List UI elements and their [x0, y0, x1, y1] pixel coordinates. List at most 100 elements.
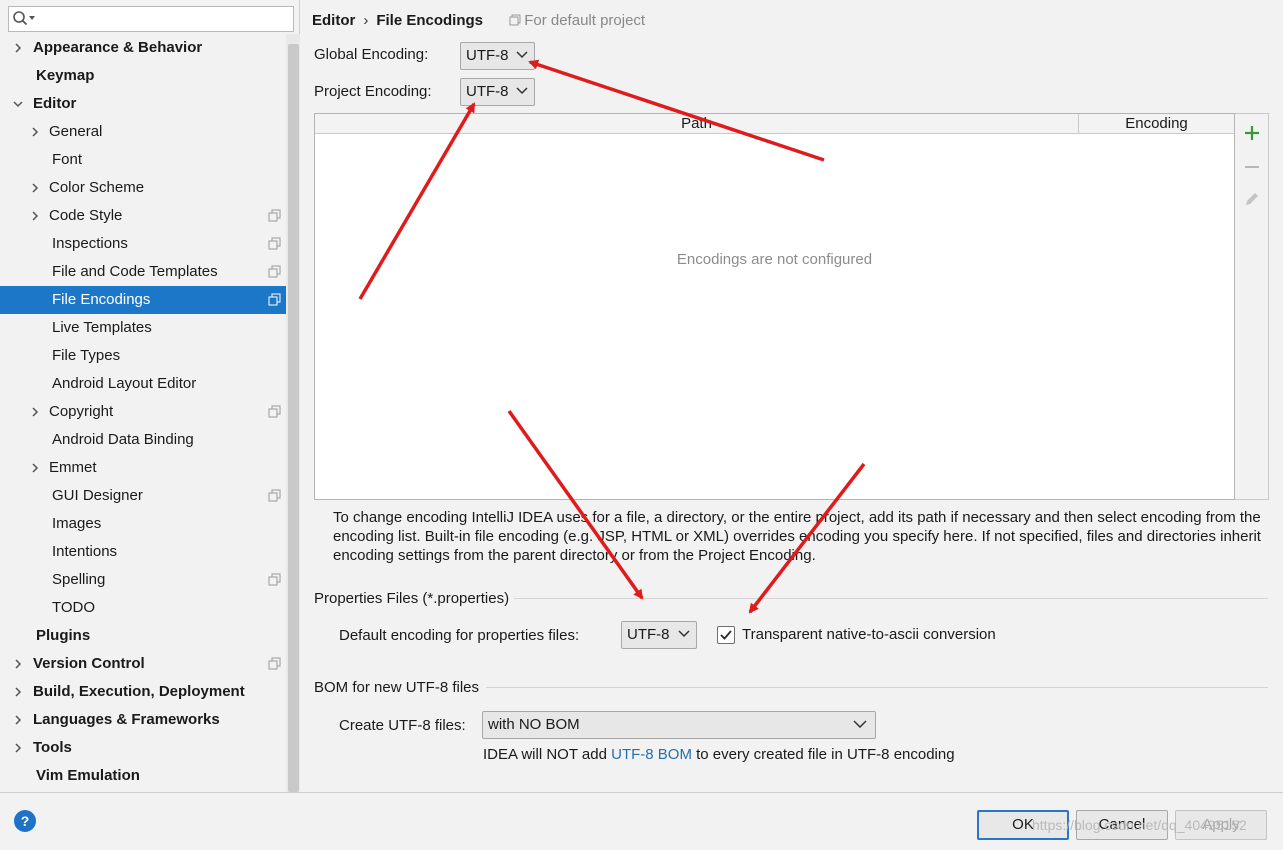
sidebar-item-general[interactable]: General [0, 118, 286, 146]
edit-pencil-icon[interactable] [1243, 190, 1261, 208]
sidebar-item-label: Font [52, 151, 83, 168]
sidebar-item-file-types[interactable]: File Types [0, 342, 286, 370]
sidebar-item-keymap[interactable]: Keymap [0, 62, 286, 90]
sidebar-item-color-scheme[interactable]: Color Scheme [0, 174, 286, 202]
sidebar-item-android-data-binding[interactable]: Android Data Binding [0, 426, 286, 454]
project-level-icon [268, 209, 281, 222]
transparent-conversion-checkbox[interactable] [717, 626, 735, 644]
search-icon [13, 11, 35, 26]
chevron-down-icon [516, 51, 528, 59]
settings-sidebar: Appearance & Behavior Keymap Editor General… [0, 0, 300, 792]
chevron-right-icon[interactable] [13, 687, 23, 697]
utf8-bom-link[interactable]: UTF-8 BOM [611, 746, 692, 763]
bom-note-prefix: IDEA will NOT add [483, 746, 612, 763]
breadcrumb: Editor › File Encodings For default projec… [312, 10, 645, 32]
sidebar-item-label: Color Scheme [49, 179, 145, 196]
properties-group-divider [514, 598, 1268, 599]
chevron-right-icon[interactable] [30, 211, 40, 221]
bom-note: IDEA will NOT add UTF-8 BOM to every cre… [483, 746, 955, 763]
sidebar-item-font[interactable]: Font [0, 146, 286, 174]
sidebar-item-label: Images [52, 515, 102, 532]
sidebar-item-emmet[interactable]: Emmet [0, 454, 286, 482]
project-level-icon [268, 573, 281, 586]
sidebar-item-images[interactable]: Images [0, 510, 286, 538]
sidebar-item-plugins[interactable]: Plugins [0, 622, 286, 650]
sidebar-item-file-and-code-templates[interactable]: File and Code Templates [0, 258, 286, 286]
encoding-help-text: To change encoding IntelliJ IDEA uses fo… [333, 509, 1261, 564]
sidebar-item-label: Live Templates [52, 319, 152, 336]
sidebar-item-tools[interactable]: Tools [0, 734, 286, 762]
sidebar-item-editor[interactable]: Editor [0, 90, 286, 118]
sidebar-item-vim-emulation[interactable]: Vim Emulation [0, 762, 286, 790]
transparent-conversion-label[interactable]: Transparent native-to-ascii conversion [742, 626, 996, 643]
sidebar-item-android-layout-editor[interactable]: Android Layout Editor [0, 370, 286, 398]
properties-default-encoding-label: Default encoding for properties files: [339, 627, 580, 644]
sidebar-item-intentions[interactable]: Intentions [0, 538, 286, 566]
sidebar-item-version-control[interactable]: Version Control [0, 650, 286, 678]
path-encoding-table[interactable]: Path Encoding Encodings are not configur… [314, 113, 1235, 500]
remove-icon[interactable] [1243, 158, 1261, 176]
project-level-icon [268, 265, 281, 278]
chevron-right-icon[interactable] [13, 743, 23, 753]
checkmark-icon [720, 630, 732, 640]
properties-encoding-select[interactable]: UTF-8 [621, 621, 697, 649]
sidebar-item-label: File Encodings [52, 291, 151, 308]
sidebar-item-label: Tools [33, 739, 72, 756]
breadcrumb-separator: › [363, 12, 369, 29]
sidebar-item-appearance-behavior[interactable]: Appearance & Behavior [0, 34, 286, 62]
sidebar-item-label: Languages & Frameworks [33, 711, 220, 728]
scope-indicator: For default project [509, 12, 645, 29]
sidebar-item-spelling[interactable]: Spelling [0, 566, 286, 594]
sidebar-item-label: Version Control [33, 655, 145, 672]
project-level-icon [268, 293, 281, 306]
project-level-icon [268, 237, 281, 250]
table-toolbar [1235, 113, 1269, 500]
chevron-right-icon[interactable] [13, 715, 23, 725]
bom-group-divider [486, 687, 1268, 688]
sidebar-scrollbar-thumb[interactable] [288, 44, 299, 792]
column-header-path[interactable]: Path [315, 114, 1079, 134]
add-icon[interactable] [1243, 124, 1261, 142]
sidebar-item-inspections[interactable]: Inspections [0, 230, 286, 258]
chevron-right-icon[interactable] [13, 43, 23, 53]
help-button[interactable]: ? [14, 810, 36, 832]
watermark: https://blog.csdn.net/qq_40495152 [1032, 817, 1247, 833]
project-encoding-value: UTF-8 [466, 83, 509, 100]
project-level-icon [268, 405, 281, 418]
sidebar-item-label: Copyright [49, 403, 114, 420]
search-input[interactable] [8, 6, 294, 32]
sidebar-item-code-style[interactable]: Code Style [0, 202, 286, 230]
sidebar-item-label: Inspections [52, 235, 128, 252]
chevron-down-icon [516, 87, 528, 95]
sidebar-item-label: Spelling [52, 571, 106, 588]
create-utf8-select[interactable]: with NO BOM [482, 711, 876, 739]
sidebar-item-label: Intentions [52, 543, 118, 560]
sidebar-item-live-templates[interactable]: Live Templates [0, 314, 286, 342]
sidebar-item-label: Plugins [36, 627, 91, 644]
sidebar-item-copyright[interactable]: Copyright [0, 398, 286, 426]
sidebar-item-label: TODO [52, 599, 96, 616]
sidebar-item-build-execution-deployment[interactable]: Build, Execution, Deployment [0, 678, 286, 706]
sidebar-item-label: Editor [33, 95, 77, 112]
sidebar-item-label: Android Data Binding [52, 431, 194, 448]
project-encoding-select[interactable]: UTF-8 [460, 78, 535, 106]
global-encoding-select[interactable]: UTF-8 [460, 42, 535, 70]
sidebar-item-label: Keymap [36, 67, 95, 84]
chevron-down-icon[interactable] [13, 99, 23, 109]
project-scope-icon [509, 14, 521, 26]
sidebar-item-label: Code Style [49, 207, 123, 224]
sidebar-item-todo[interactable]: TODO [0, 594, 286, 622]
chevron-right-icon[interactable] [30, 463, 40, 473]
project-encoding-label: Project Encoding: [314, 83, 432, 100]
create-utf8-value: with NO BOM [488, 716, 580, 733]
sidebar-item-gui-designer[interactable]: GUI Designer [0, 482, 286, 510]
chevron-right-icon[interactable] [30, 407, 40, 417]
sidebar-item-languages-frameworks[interactable]: Languages & Frameworks [0, 706, 286, 734]
create-utf8-label: Create UTF-8 files: [339, 717, 466, 734]
chevron-right-icon[interactable] [30, 183, 40, 193]
breadcrumb-current: File Encodings [376, 12, 484, 29]
column-header-encoding[interactable]: Encoding [1079, 114, 1234, 134]
chevron-right-icon[interactable] [13, 659, 23, 669]
chevron-right-icon[interactable] [30, 127, 40, 137]
sidebar-item-file-encodings[interactable]: File Encodings [0, 286, 286, 314]
